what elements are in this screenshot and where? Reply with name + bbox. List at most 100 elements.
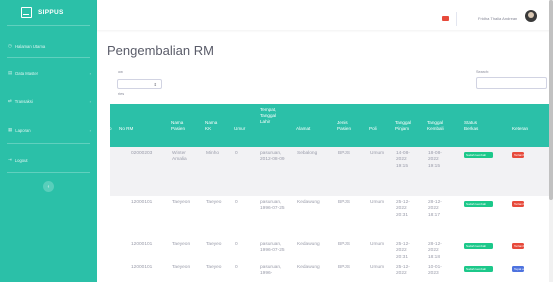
cell-tanggal-kembali: 18-08-2022 19:15 — [428, 151, 442, 169]
col-header-status-berkas[interactable]: Status Berkas — [464, 120, 486, 132]
topbar — [97, 0, 553, 30]
cell-poli: Umum — [370, 200, 385, 205]
cell-jenis-pasien: BPJS — [338, 265, 350, 270]
cell-umur: 0 — [235, 265, 238, 270]
sidebar-brand[interactable]: SIPPUS — [0, 0, 97, 24]
col-header-nama-pasien[interactable]: Nama Pasien — [171, 120, 193, 132]
cell-no-rm: 12000101 — [131, 265, 153, 270]
cell-tanggal-kembali: 28-12-2022 18:18 — [428, 242, 442, 260]
sidebar-item-logout[interactable]: ⇥ Logout — [0, 154, 97, 166]
cell-no-rm: 12000101 — [131, 200, 153, 205]
cell-tanggal-pinjam: 14-08-2022 19:15 — [396, 151, 410, 169]
cell-jenis-pasien: BPJS — [338, 151, 350, 156]
sidebar-divider — [7, 172, 90, 173]
status-badge: Sudah kembali — [464, 152, 493, 158]
keterangan-badge: Tepat waktu — [512, 266, 524, 272]
cell-umur: 0 — [235, 151, 238, 156]
sidebar: SIPPUS ◷ Halaman Utama ▤ Data Master › ⇄… — [0, 0, 97, 282]
col-header-nama-kk[interactable]: Nama KK — [205, 120, 219, 132]
cell-alamat: Kedawung — [297, 200, 320, 205]
chevron-right-icon: › — [89, 98, 91, 104]
cell-alamat: Kedawung — [297, 265, 320, 270]
user-name[interactable]: Fridha Thalia Andrean — [478, 16, 517, 21]
chevron-right-icon: › — [89, 70, 91, 76]
entries-length-select[interactable]: ⇕ — [117, 79, 162, 89]
page-title: Pengembalian RM — [107, 43, 214, 58]
cell-nama-kk: Taeyeo — [206, 200, 222, 205]
chevron-right-icon: › — [89, 127, 91, 133]
brand-logo-icon — [21, 6, 32, 18]
search-label: Search: — [476, 70, 490, 74]
cell-no-rm: 12000101 — [131, 242, 153, 247]
keterangan-badge: Terlambat — [512, 152, 524, 158]
cell-jenis-pasien: BPJS — [338, 200, 350, 205]
cell-nama-pasien: Taeyeon — [172, 242, 191, 247]
cell-nama-kk: Minho — [206, 151, 220, 156]
dashboard-icon: ◷ — [8, 43, 12, 48]
sidebar-item-halaman-utama[interactable]: ◷ Halaman Utama — [0, 40, 97, 52]
col-header-ttl[interactable]: Tempat, Tanggal Lahir — [260, 107, 282, 126]
status-badge: Sudah kembali — [464, 266, 493, 272]
cell-nama-pasien: Taeyeon — [172, 200, 191, 205]
cell-tanggal-kembali: 10-01-2023 — [428, 265, 442, 277]
cell-nama-pasien: Winter Amalia — [172, 151, 187, 163]
cell-alamat: Sebalong — [297, 151, 318, 156]
col-header-alamat[interactable]: Alamat — [296, 126, 310, 132]
cell-umur: 0 — [235, 242, 238, 247]
cell-alamat: Kedawung — [297, 242, 320, 247]
col-header-poli[interactable]: Poli — [369, 126, 377, 132]
col-header-tanggal-pinjam[interactable]: Tanggal Pinjam — [395, 120, 417, 132]
table-row: 12000101 Taeyeon Taeyeo 0 pasuruan, 1996… — [110, 263, 553, 282]
cell-ttl: pasuruan, 1996-07-25 — [260, 242, 285, 254]
cell-tanggal-pinjam: 25-12-2022 20:31 — [396, 200, 410, 218]
cell-poli: Umum — [370, 265, 385, 270]
table-row: 12000101 Taeyeon Taeyeo 0 pasuruan, 1996… — [110, 196, 553, 245]
exchange-icon: ⇄ — [8, 98, 12, 103]
col-header-umur[interactable]: Umur — [234, 126, 245, 132]
show-entries-label: ow — [118, 70, 123, 74]
cell-tanggal-pinjam: 25-12-2022 — [396, 265, 410, 277]
cell-ttl: pasuruan, 1996-07-25 — [260, 200, 285, 212]
cell-nama-kk: Taeyeo — [206, 242, 222, 247]
sidebar-item-label: Halaman Utama — [14, 43, 46, 49]
topbar-divider — [456, 12, 457, 26]
database-icon: ▤ — [8, 70, 13, 75]
col-header-jenis-pasien[interactable]: Jenis Pasien — [337, 120, 357, 132]
table-header: o No RM Nama Pasien Nama KK Umur Tempat,… — [109, 104, 553, 147]
sidebar-item-laporan[interactable]: ▦ Laporan › — [0, 124, 97, 136]
cell-jenis-pasien: BPJS — [338, 242, 350, 247]
keterangan-badge: Terlambat — [512, 243, 524, 249]
sidebar-divider — [7, 143, 90, 144]
sidebar-item-label: Transaksi — [14, 98, 33, 104]
page-scrollbar-thumb[interactable] — [549, 0, 553, 200]
entries-label: ries — [118, 92, 125, 96]
sidebar-divider — [7, 57, 90, 58]
col-header-keterangan[interactable]: Keteran — [512, 126, 528, 132]
sidebar-divider — [7, 25, 90, 26]
select-arrow-icon: ⇕ — [153, 82, 157, 87]
col-header-no[interactable]: o — [109, 126, 112, 132]
avatar[interactable] — [525, 10, 537, 22]
col-header-tanggal-kembali[interactable]: Tanggal Kembali — [427, 120, 449, 132]
chevron-left-icon: ‹ — [47, 183, 50, 190]
logout-icon: ⇥ — [8, 157, 12, 162]
brand-name: SIPPUS — [38, 8, 64, 16]
cell-poli: Umum — [370, 151, 385, 156]
bell-icon[interactable] — [442, 16, 449, 21]
sidebar-item-label: Laporan — [15, 127, 31, 133]
sidebar-item-label: Logout — [14, 157, 28, 163]
cell-ttl: pasuruan, 1996- — [260, 265, 282, 277]
cell-nama-kk: Taeyeo — [206, 265, 222, 270]
cell-tanggal-kembali: 28-12-2022 18:17 — [428, 200, 442, 218]
status-badge: Sudah kembali — [464, 243, 493, 249]
cell-ttl: pasuruan, 2012-08-09 — [260, 151, 285, 163]
sidebar-toggle-button[interactable]: ‹ — [43, 181, 54, 192]
cell-umur: 0 — [235, 200, 238, 205]
report-icon: ▦ — [8, 127, 13, 132]
cell-no-rm: 02000203 — [131, 151, 153, 156]
sidebar-item-data-master[interactable]: ▤ Data Master › — [0, 67, 97, 79]
search-input[interactable] — [476, 77, 547, 89]
col-header-no-rm[interactable]: No RM — [119, 126, 133, 132]
status-badge: Sudah kembali — [464, 201, 493, 207]
sidebar-item-transaksi[interactable]: ⇄ Transaksi › — [0, 95, 97, 107]
